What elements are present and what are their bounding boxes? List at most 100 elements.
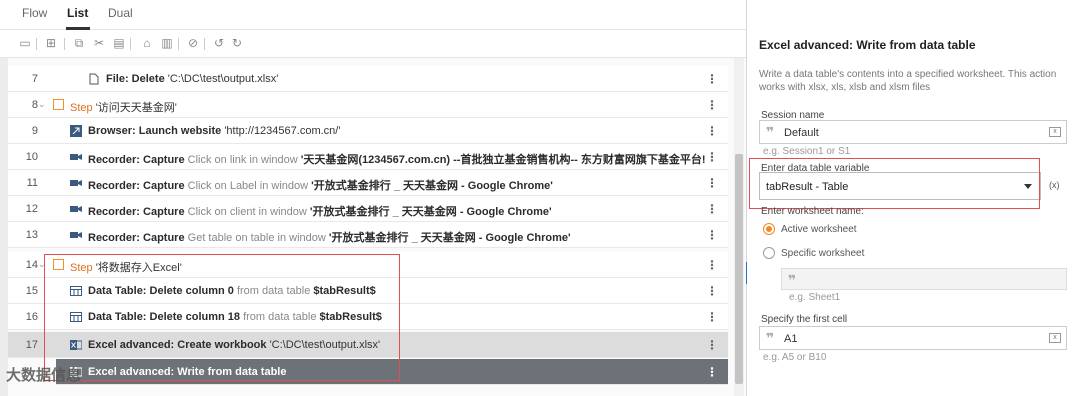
specific-worksheet-radio[interactable]: [763, 247, 775, 259]
cell-label: Specify the first cell: [761, 314, 848, 325]
toolbar-separator: [204, 38, 205, 50]
first-cell-value: A1: [784, 333, 798, 345]
action-args: 'http://1234567.com.cn/': [224, 125, 341, 137]
lock-icon[interactable]: ⌂: [140, 36, 154, 50]
action-args: '开放式基金排行 _ 天天基金网 - Google Chrome': [328, 232, 571, 244]
screen-icon[interactable]: ⊞: [44, 36, 58, 50]
copy-icon[interactable]: ⧉: [72, 36, 86, 50]
paste-icon[interactable]: ▤: [112, 36, 126, 50]
action-description: Click on Label in window: [187, 180, 309, 192]
action-args: '天天基金网(1234567.com.cn) --首批独立基金销售机构-- 东方…: [300, 154, 708, 166]
step-label: Step: [70, 102, 93, 114]
camera-icon: [70, 206, 82, 212]
more-options-icon[interactable]: ⋮: [706, 72, 718, 86]
delete-icon[interactable]: ▥: [160, 36, 174, 50]
watermark: 大数据信息: [6, 367, 82, 384]
action-name: Recorder: Capture: [88, 206, 185, 218]
line-number: 13: [25, 229, 38, 241]
list-gutter: [0, 58, 8, 396]
toolbar-separator: [36, 38, 37, 50]
scrollbar-thumb[interactable]: [735, 154, 743, 384]
session-hint: e.g. Session1 or S1: [763, 146, 851, 157]
redo-icon[interactable]: ↻: [230, 36, 244, 50]
session-field[interactable]: ❞ Default x: [759, 120, 1067, 144]
line-number: 9: [31, 125, 38, 137]
run-icon[interactable]: ▭: [18, 36, 32, 50]
action-name: Browser: Launch website: [88, 125, 222, 137]
more-options-icon[interactable]: ⋮: [706, 150, 718, 164]
tab-list[interactable]: List: [67, 6, 88, 20]
line-number: 16: [25, 311, 38, 323]
active-worksheet-radio[interactable]: [763, 223, 775, 235]
quote-icon: ❞: [766, 124, 775, 140]
panel-description: Write a data table's contents into a spe…: [759, 69, 1057, 93]
action-args: 'C:\DC\test\output.xlsx': [167, 73, 279, 85]
more-options-icon[interactable]: ⋮: [706, 176, 718, 190]
session-value: Default: [784, 127, 819, 139]
more-options-icon[interactable]: ⋮: [706, 284, 718, 298]
toolbar-separator: [178, 38, 179, 50]
action-name: File: Delete: [106, 73, 165, 85]
active-worksheet-label: Active worksheet: [781, 224, 857, 235]
list-item[interactable]: 9 Browser: Launch website 'http://123456…: [8, 118, 728, 144]
cut-icon[interactable]: ✂: [92, 36, 106, 50]
toolbar-separator: [64, 38, 65, 50]
list-item[interactable]: 8 ⌄ Step '访问天天基金网' ⋮: [8, 92, 728, 118]
more-options-icon[interactable]: ⋮: [706, 310, 718, 324]
more-options-icon[interactable]: ⋮: [706, 365, 718, 379]
line-number: 15: [25, 285, 38, 297]
list-item[interactable]: 12 Recorder: Capture Click on client in …: [8, 196, 728, 222]
scroll-up-button[interactable]: [734, 58, 744, 68]
camera-icon: [70, 232, 82, 238]
camera-icon: [70, 154, 82, 160]
properties-panel: Excel advanced: Write from data table Wr…: [747, 0, 1080, 396]
tab-flow[interactable]: Flow: [22, 6, 47, 20]
undo-icon[interactable]: ↺: [212, 36, 226, 50]
action-description: Click on client in window: [187, 206, 307, 218]
action-name: Recorder: Capture: [88, 232, 185, 244]
highlight-box: [749, 158, 1040, 209]
highlight-box: [44, 254, 400, 381]
action-name: Recorder: Capture: [88, 154, 185, 166]
list-item[interactable]: 10 Recorder: Capture Click on link in wi…: [8, 144, 728, 170]
cell-hint: e.g. A5 or B10: [763, 352, 827, 363]
worksheet-name-field[interactable]: ❞: [781, 268, 1067, 290]
sheet-hint: e.g. Sheet1: [789, 292, 841, 303]
more-options-icon[interactable]: ⋮: [706, 202, 718, 216]
step-icon: [53, 99, 64, 110]
list-item[interactable]: 13 Recorder: Capture Get table on table …: [8, 222, 728, 248]
vertical-scrollbar[interactable]: [734, 68, 744, 396]
line-number: 12: [25, 203, 38, 215]
specific-worksheet-label: Specific worksheet: [781, 248, 865, 259]
view-tabs-bar: Flow List Dual: [0, 0, 746, 30]
file-icon: [89, 73, 99, 85]
line-number: 11: [26, 177, 38, 189]
line-number: 7: [31, 73, 38, 85]
more-options-icon[interactable]: ⋮: [706, 228, 718, 242]
tab-dual[interactable]: Dual: [108, 6, 133, 20]
line-number: 17: [25, 339, 38, 351]
action-description: Click on link in window: [187, 154, 298, 166]
variable-picker-icon[interactable]: (x): [1049, 180, 1060, 190]
variable-icon[interactable]: x: [1049, 333, 1061, 343]
toolbar: ▭ ⊞ ⧉ ✂ ▤ ⌂ ▥ ⊘ ↺ ↻: [0, 30, 746, 58]
browser-icon: [70, 125, 82, 137]
quote-icon: ❞: [788, 272, 797, 288]
variable-icon[interactable]: x: [1049, 127, 1061, 137]
collapse-caret-icon[interactable]: ⌄: [38, 99, 46, 110]
disable-icon[interactable]: ⊘: [186, 36, 200, 50]
list-item[interactable]: 7 File: Delete 'C:\DC\test\output.xlsx' …: [8, 66, 728, 92]
first-cell-field[interactable]: ❞ A1 x: [759, 326, 1067, 350]
more-options-icon[interactable]: ⋮: [706, 98, 718, 112]
step-title: '访问天天基金网': [95, 102, 177, 114]
list-item[interactable]: 11 Recorder: Capture Click on Label in w…: [8, 170, 728, 196]
panel-title: Excel advanced: Write from data table: [759, 38, 976, 52]
more-options-icon[interactable]: ⋮: [706, 258, 718, 272]
action-name: Recorder: Capture: [88, 180, 185, 192]
action-args: '开放式基金排行 _ 天天基金网 - Google Chrome': [311, 180, 553, 192]
action-args: '开放式基金排行 _ 天天基金网 - Google Chrome': [309, 206, 552, 218]
worksheet-label: Enter worksheet name:: [761, 206, 864, 217]
more-options-icon[interactable]: ⋮: [706, 338, 718, 352]
more-options-icon[interactable]: ⋮: [706, 124, 718, 138]
camera-icon: [70, 180, 82, 186]
